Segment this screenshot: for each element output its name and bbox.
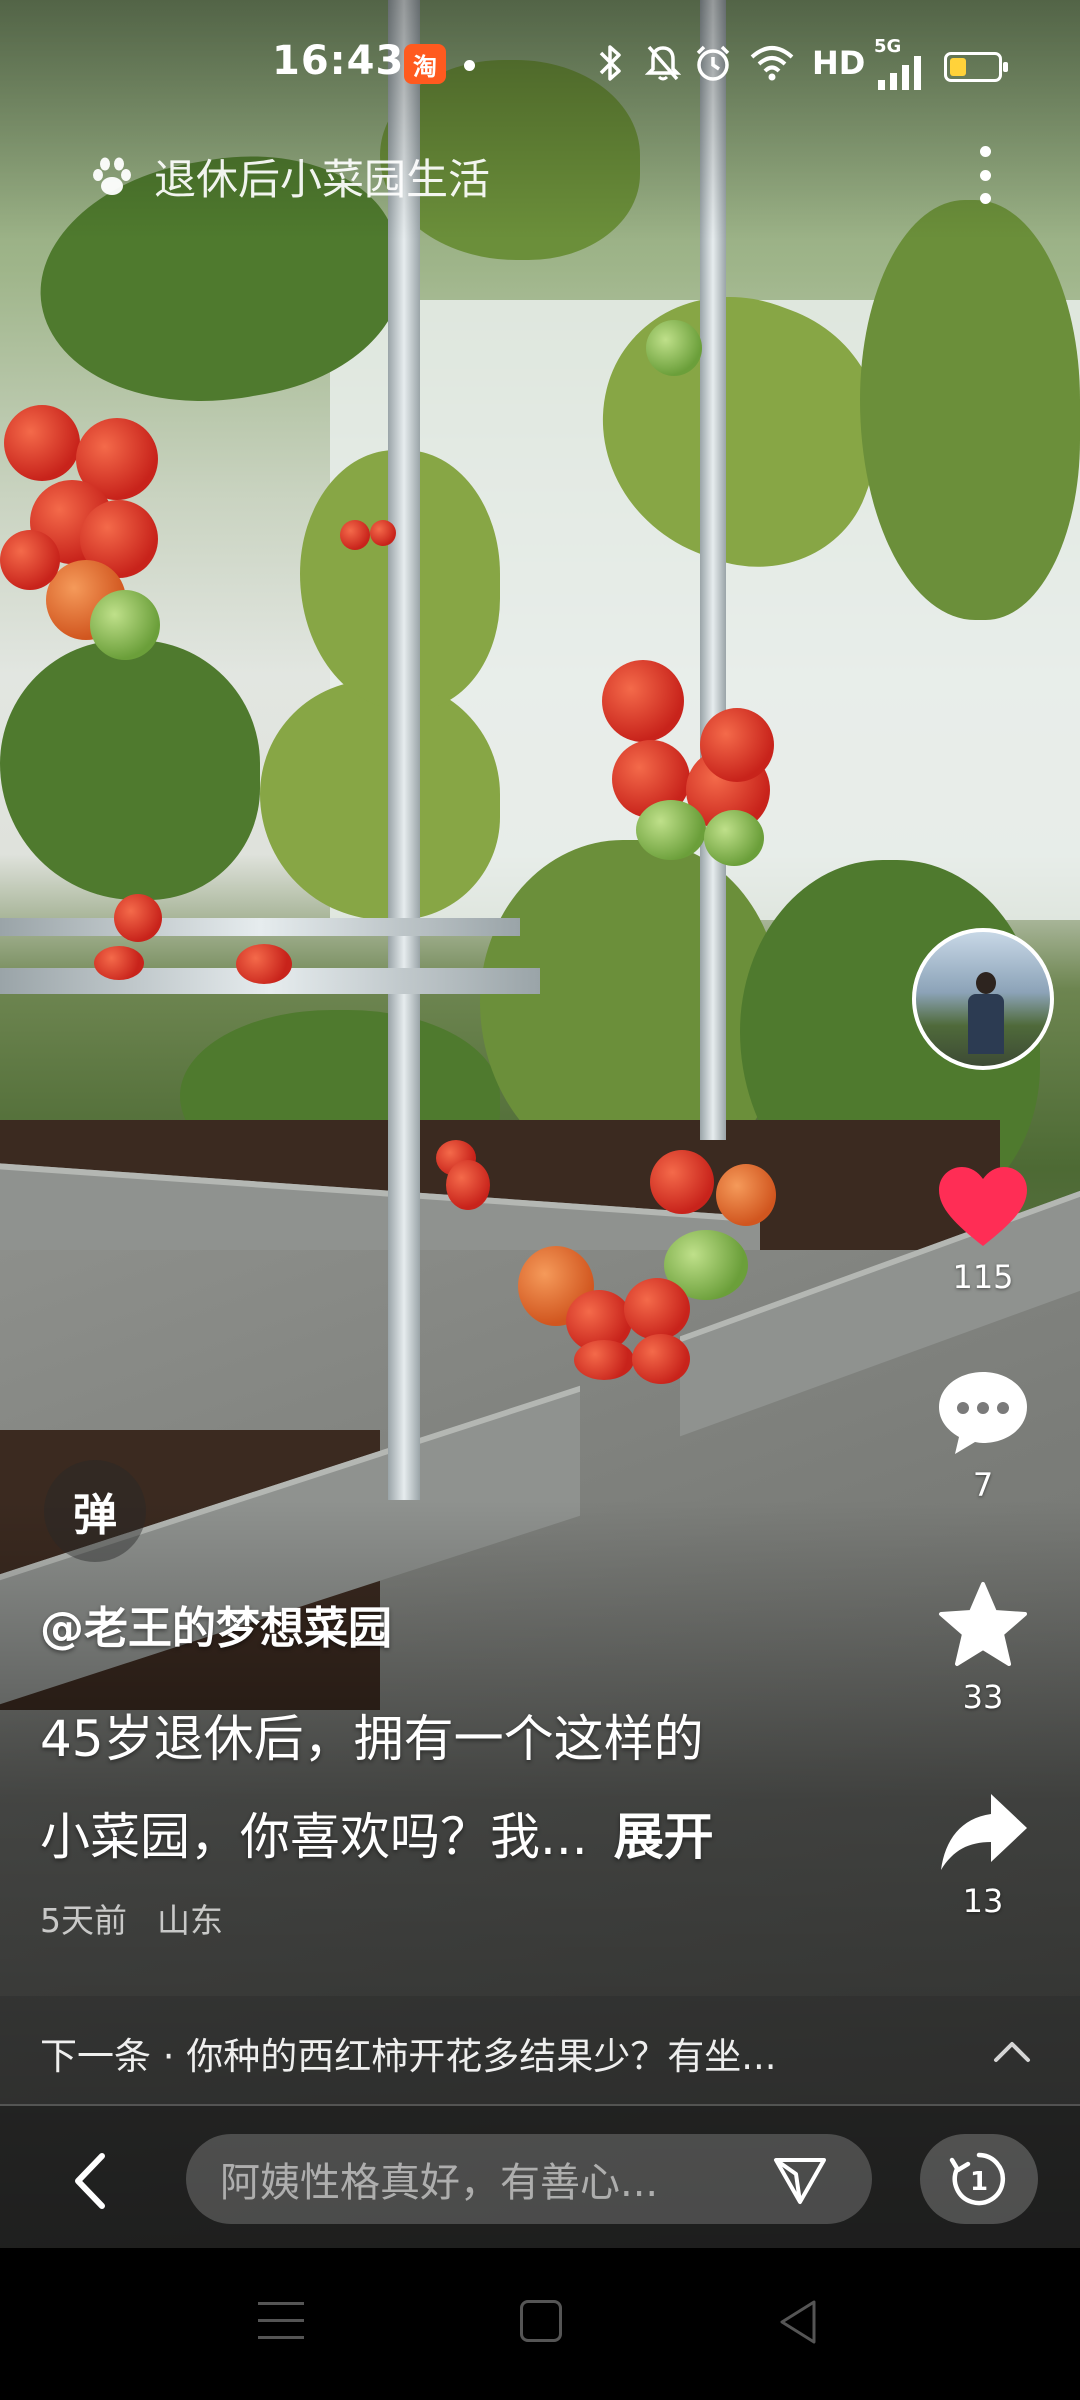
author-avatar[interactable] — [912, 928, 1054, 1070]
video-description[interactable]: 45岁退休后，拥有一个这样的 小菜园，你喜欢吗？我... 展开 — [40, 1690, 900, 1886]
paw-icon — [86, 151, 138, 203]
share-count: 13 — [962, 1882, 1004, 1920]
status-bar: 16:43 淘 HD 5G — [0, 30, 1080, 100]
replay-icon: 1 — [949, 2152, 1006, 2206]
author-name[interactable]: @老王的梦想菜园 — [40, 1592, 392, 1656]
tomato — [370, 520, 396, 546]
send-icon[interactable] — [772, 2152, 828, 2208]
tomato — [114, 894, 162, 942]
system-back-icon[interactable] — [776, 2298, 820, 2346]
bluetooth-icon — [588, 40, 632, 86]
heart-icon — [935, 1164, 1031, 1250]
system-navigation-bar — [0, 2248, 1080, 2400]
topic-label: 退休后小菜园生活 — [154, 155, 491, 204]
tomato — [94, 946, 144, 980]
leaf — [0, 640, 260, 900]
signal-icon — [874, 54, 930, 90]
recent-apps-icon[interactable] — [258, 2302, 304, 2344]
description-line-1: 45岁退休后，拥有一个这样的 — [40, 1710, 704, 1768]
favorite-button[interactable]: 33 — [918, 1580, 1048, 1716]
star-icon — [935, 1580, 1031, 1670]
clock: 16:43 — [272, 38, 405, 84]
pole — [0, 918, 520, 936]
tomato — [4, 405, 80, 481]
danmaku-toggle-button[interactable]: 弹 — [44, 1460, 146, 1562]
chevron-up-icon[interactable] — [984, 2024, 1040, 2080]
tomato — [602, 660, 684, 742]
home-icon[interactable] — [520, 2300, 562, 2342]
notification-dot-icon — [464, 60, 475, 71]
tomato — [340, 520, 370, 550]
tomato — [574, 1340, 634, 1380]
like-button[interactable]: 115 — [918, 1164, 1048, 1296]
description-line-2: 小菜园，你喜欢吗？我... — [40, 1808, 588, 1866]
taobao-notification-icon: 淘 — [404, 44, 446, 84]
tomato — [636, 800, 706, 860]
tomato — [716, 1164, 776, 1226]
comment-button[interactable]: 7 — [918, 1368, 1048, 1504]
battery-icon — [944, 52, 1008, 82]
hd-label: HD — [812, 44, 866, 82]
replay-count: 1 — [970, 2167, 988, 2197]
more-options-icon[interactable] — [970, 140, 1000, 210]
location: 山东 — [157, 1901, 223, 1940]
tomato — [0, 530, 60, 590]
tomato — [646, 320, 702, 376]
back-icon[interactable] — [58, 2146, 128, 2216]
comment-input[interactable]: 阿姨性格真好，有善心... — [186, 2134, 872, 2224]
mute-icon — [640, 40, 686, 86]
expand-button[interactable]: 展开 — [614, 1808, 714, 1866]
tomato — [624, 1278, 690, 1340]
tomato — [700, 708, 774, 782]
next-video-bar[interactable]: 下一条 · 你种的西红柿开花多结果少？有坐... — [0, 1996, 1080, 2106]
leaf — [260, 680, 500, 920]
avatar-photo — [966, 972, 1006, 1062]
tomato — [632, 1334, 690, 1384]
comment-count: 7 — [972, 1466, 994, 1504]
topic-link[interactable]: 退休后小菜园生活 — [86, 146, 490, 207]
comment-icon — [935, 1368, 1031, 1458]
like-count: 115 — [952, 1258, 1014, 1296]
tomato — [90, 590, 160, 660]
tomato — [236, 944, 292, 984]
bottom-input-bar: 阿姨性格真好，有善心... 1 — [0, 2106, 1080, 2248]
tomato — [650, 1150, 714, 1214]
video-meta: 5天前 山东 — [40, 1894, 223, 1942]
post-time: 5天前 — [40, 1901, 127, 1940]
tomato — [446, 1160, 490, 1210]
next-video-title: 下一条 · 你种的西红柿开花多结果少？有坐... — [40, 2035, 777, 2078]
share-button[interactable]: 13 — [918, 1788, 1048, 1920]
share-icon — [935, 1788, 1031, 1874]
danmaku-label: 弹 — [73, 1490, 117, 1541]
comment-placeholder: 阿姨性格真好，有善心... — [220, 2160, 659, 2206]
alarm-icon — [690, 40, 736, 86]
tomato — [704, 810, 764, 866]
wifi-icon — [746, 40, 798, 86]
replay-once-button[interactable]: 1 — [920, 2134, 1038, 2224]
favorite-count: 33 — [962, 1678, 1004, 1716]
battery-level — [950, 58, 966, 76]
